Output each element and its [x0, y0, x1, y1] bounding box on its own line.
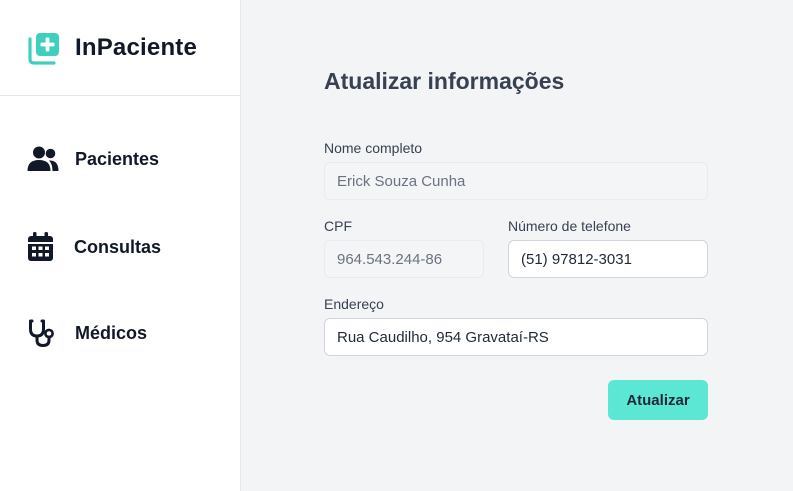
- sidebar-item-pacientes[interactable]: Pacientes: [27, 144, 159, 174]
- stethoscope-icon: [27, 318, 59, 348]
- sidebar-item-medicos[interactable]: Médicos: [27, 318, 147, 348]
- page-title: Atualizar informações: [324, 68, 565, 94]
- telefone-label: Número de telefone: [508, 218, 631, 234]
- sidebar-item-label: Médicos: [75, 322, 148, 343]
- brand-header[interactable]: InPaciente: [0, 0, 240, 96]
- calendar-icon: [27, 232, 59, 262]
- sidebar-item-label: Pacientes: [75, 148, 160, 169]
- main-content: Atualizar informações Nome completo Eric…: [241, 0, 793, 491]
- telefone-field[interactable]: (51) 97812-3031: [508, 240, 708, 278]
- nome-field: Erick Souza Cunha: [324, 162, 708, 200]
- hospital-card-plus-icon: [28, 32, 59, 65]
- users-icon: [27, 144, 59, 174]
- atualizar-button[interactable]: Atualizar: [608, 380, 708, 420]
- nome-label: Nome completo: [324, 140, 423, 156]
- cpf-label: CPF: [324, 218, 352, 234]
- cpf-field: 964.543.244-86: [324, 240, 484, 278]
- sidebar: InPaciente Pacientes Consultas Médicos: [0, 0, 241, 491]
- sidebar-item-label: Consultas: [74, 236, 162, 257]
- app-name: InPaciente: [75, 33, 198, 61]
- sidebar-item-consultas[interactable]: Consultas: [27, 232, 161, 262]
- endereco-label: Endereço: [324, 296, 384, 312]
- endereco-field[interactable]: Rua Caudilho, 954 Gravataí-RS: [324, 318, 708, 356]
